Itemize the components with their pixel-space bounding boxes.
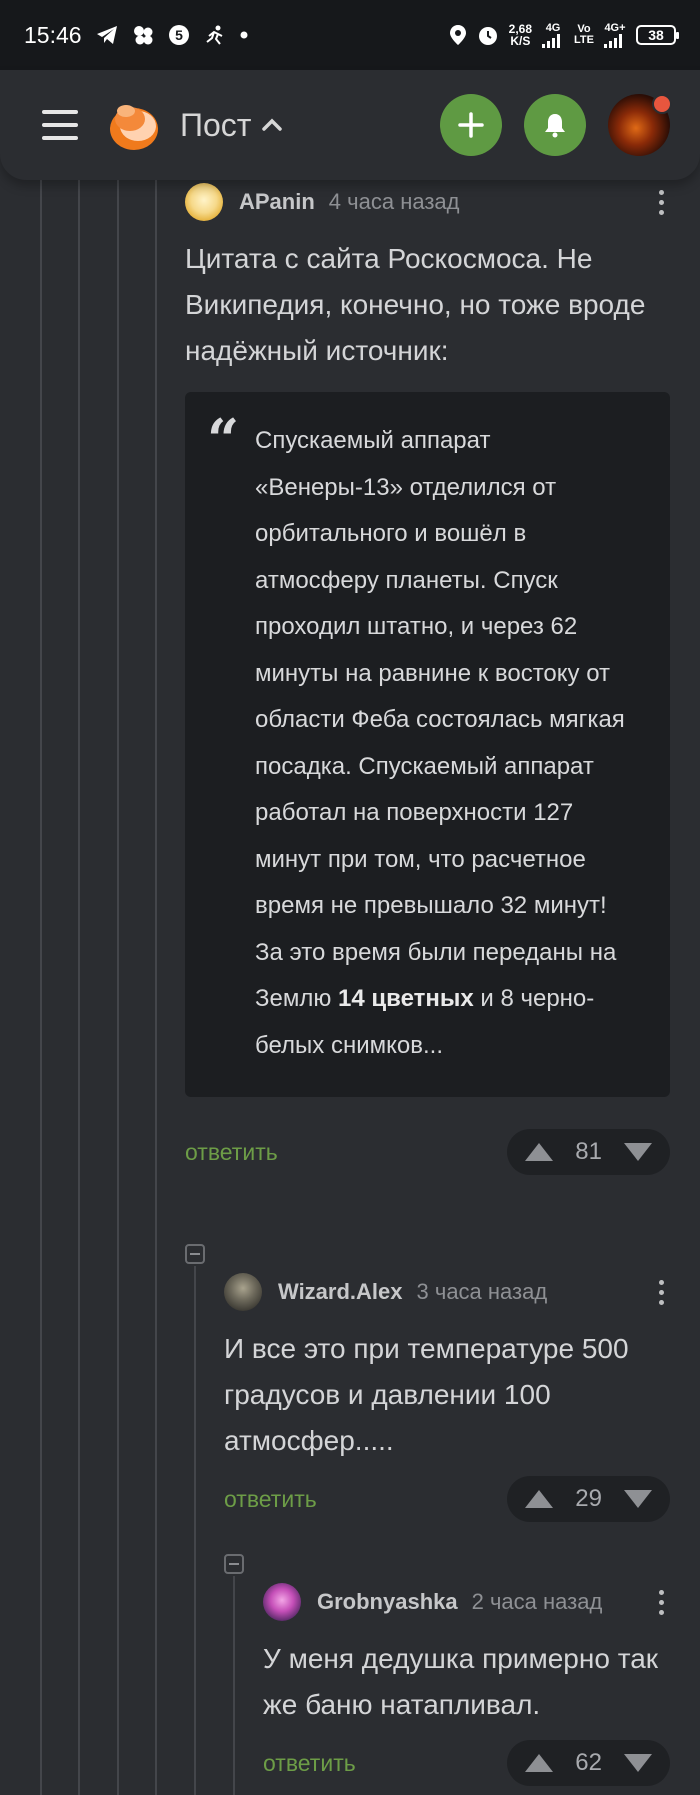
bell-icon	[545, 114, 565, 138]
comment: Wizard.Alex 3 часа назад И все это при т…	[224, 1272, 670, 1522]
comment-footer: ответить 29	[224, 1476, 670, 1522]
quote-bold-text: 14 цветных	[338, 985, 474, 1012]
net-speed-unit: K/S	[510, 34, 531, 48]
notifications-button[interactable]	[524, 94, 586, 156]
network-3-label: 4G+	[604, 21, 626, 34]
battery-level: 38	[648, 27, 664, 43]
add-post-button[interactable]	[440, 94, 502, 156]
thread-line[interactable]	[155, 180, 157, 1795]
more-options-icon[interactable]	[653, 189, 670, 215]
reply-link[interactable]: ответить	[185, 1139, 278, 1166]
thread-line[interactable]	[194, 1266, 196, 1795]
thread-line[interactable]	[40, 180, 42, 1795]
comment-footer: ответить 62	[263, 1740, 670, 1786]
app-cluster-icon	[132, 24, 154, 46]
comment-text: У меня дедушка примерно так же баню ната…	[263, 1643, 659, 1720]
user-avatar[interactable]	[608, 94, 672, 156]
downvote-icon[interactable]	[624, 1143, 652, 1161]
app-header: Пост	[0, 70, 700, 180]
upvote-icon[interactable]	[525, 1754, 554, 1772]
status-bar: 15:46 5 2,68 K/S 4G Vo LTE 4G+ 38	[0, 0, 700, 70]
comment-time: 2 часа назад	[471, 1589, 603, 1614]
thread-line[interactable]	[117, 180, 119, 1795]
comment-time: 3 часа назад	[416, 1279, 548, 1304]
volte: Vo LTE	[574, 24, 594, 46]
comment-time: 4 часа назад	[328, 189, 460, 214]
quote-icon: “	[207, 407, 240, 473]
author-avatar[interactable]	[263, 1583, 301, 1621]
menu-icon[interactable]	[42, 110, 78, 140]
battery-icon: 38	[636, 25, 679, 45]
network-1-label: 4G	[545, 21, 561, 34]
page-title[interactable]: Пост	[180, 107, 251, 144]
plus-icon	[458, 112, 484, 138]
notification-dot-icon	[240, 31, 248, 39]
comment-text: Цитата с сайта Роскосмоса. Не Википедия,…	[185, 243, 646, 366]
comment-text: И все это при температуре 500 градусов и…	[224, 1333, 629, 1456]
vote-score: 62	[575, 1749, 602, 1776]
vote-control: 62	[507, 1740, 670, 1786]
comment-author[interactable]: APanin	[239, 189, 315, 215]
collapse-thread-button[interactable]	[224, 1554, 244, 1574]
vote-control: 81	[507, 1129, 670, 1175]
comment-header: Wizard.Alex 3 часа назад	[224, 1272, 670, 1312]
signal-2: 4G+	[604, 21, 626, 48]
vote-score: 29	[575, 1485, 602, 1512]
runner-icon	[204, 24, 226, 46]
downvote-icon[interactable]	[624, 1490, 652, 1508]
location-icon	[449, 24, 467, 46]
signal-1: 4G	[542, 21, 564, 48]
comment-header: APanin 4 часа назад	[185, 182, 670, 222]
alarm-icon	[477, 24, 499, 46]
channel-five-icon: 5	[168, 24, 190, 46]
status-time: 15:46	[24, 21, 82, 48]
comment-footer: ответить 81	[185, 1129, 670, 1175]
downvote-icon[interactable]	[624, 1754, 652, 1772]
reply-link[interactable]: ответить	[263, 1750, 356, 1777]
more-options-icon[interactable]	[653, 1589, 670, 1615]
author-avatar[interactable]	[224, 1273, 262, 1311]
comment-author[interactable]: Grobnyashka	[317, 1589, 458, 1615]
comment: APanin 4 часа назад Цитата с сайта Роско…	[185, 182, 670, 1175]
upvote-icon[interactable]	[525, 1490, 554, 1508]
signal-bars-icon	[604, 33, 622, 48]
upvote-icon[interactable]	[525, 1143, 554, 1161]
vote-score: 81	[575, 1138, 602, 1165]
thread-line[interactable]	[78, 180, 80, 1795]
net-speed: 2,68 K/S	[509, 23, 532, 47]
vote-control: 29	[507, 1476, 670, 1522]
quote-text: Спускаемый аппарат «Венеры-13» отделился…	[255, 427, 625, 1012]
comment-quote: “ Спускаемый аппарат «Венеры-13» отделил…	[185, 392, 670, 1097]
more-options-icon[interactable]	[653, 1279, 670, 1305]
pikabu-logo[interactable]	[106, 97, 162, 153]
author-avatar[interactable]	[185, 183, 223, 221]
telegram-icon	[96, 25, 118, 45]
comment: Grobnyashka 2 часа назад У меня дедушка …	[263, 1582, 670, 1786]
notification-badge	[652, 94, 672, 114]
volte-bottom: LTE	[574, 34, 594, 46]
comment-header: Grobnyashka 2 часа назад	[263, 1582, 670, 1622]
signal-bars-icon	[542, 33, 561, 48]
collapse-thread-button[interactable]	[185, 1244, 205, 1264]
reply-link[interactable]: ответить	[224, 1486, 317, 1513]
comment-author[interactable]: Wizard.Alex	[278, 1279, 403, 1305]
chevron-up-icon[interactable]	[261, 114, 283, 137]
thread-line[interactable]	[233, 1576, 235, 1795]
svg-text:5: 5	[175, 27, 183, 43]
